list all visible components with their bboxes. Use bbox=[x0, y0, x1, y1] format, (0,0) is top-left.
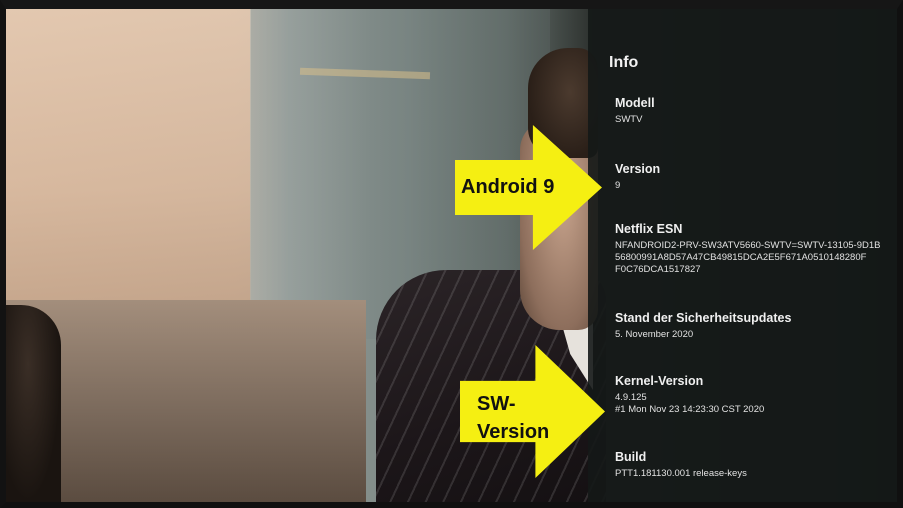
info-item-security-updates[interactable]: Stand der Sicherheitsupdates 5. November… bbox=[615, 311, 885, 341]
item-label: Build bbox=[615, 450, 647, 464]
annotation-android-label: Android 9 bbox=[461, 176, 555, 198]
info-item-kernel-version[interactable]: Kernel-Version 4.9.125 #1 Mon Nov 23 14:… bbox=[615, 374, 885, 416]
background-wall bbox=[6, 9, 251, 309]
item-value: NFANDROID2-PRV-SW3ATV5660-SWTV=SWTV-1310… bbox=[615, 240, 881, 275]
panel-title: Info bbox=[609, 54, 639, 71]
info-item-build[interactable]: Build PTT1.181130.001 release-keys bbox=[615, 450, 885, 480]
tv-screen: Info Modell SWTV Version 9 Netflix ESN N… bbox=[0, 0, 903, 508]
item-value: 4.9.125 #1 Mon Nov 23 14:23:30 CST 2020 bbox=[615, 392, 765, 415]
annotation-sw-line1: SW- bbox=[477, 393, 516, 415]
item-label: Modell bbox=[615, 96, 655, 110]
annotation-sw-version-label: SW- Version bbox=[477, 390, 549, 446]
info-item-netflix-esn[interactable]: Netflix ESN NFANDROID2-PRV-SW3ATV5660-SW… bbox=[615, 222, 885, 276]
item-label: Stand der Sicherheitsupdates bbox=[615, 311, 792, 325]
item-label: Version bbox=[615, 162, 661, 176]
item-value: 5. November 2020 bbox=[615, 329, 694, 340]
background-chair bbox=[6, 305, 61, 502]
info-item-version[interactable]: Version 9 bbox=[615, 162, 885, 192]
info-item-model[interactable]: Modell SWTV bbox=[615, 96, 885, 126]
item-value: 9 bbox=[615, 180, 621, 191]
item-label: Netflix ESN bbox=[615, 222, 683, 236]
item-label: Kernel-Version bbox=[615, 374, 704, 388]
item-value: SWTV bbox=[615, 114, 643, 125]
annotation-sw-line2: Version bbox=[477, 421, 550, 443]
item-value: PTT1.181130.001 release-keys bbox=[615, 468, 747, 479]
